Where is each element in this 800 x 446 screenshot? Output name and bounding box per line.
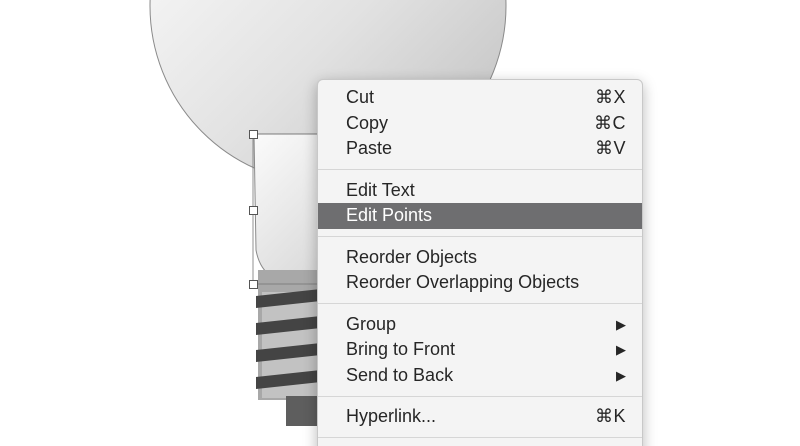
menu-item-label: Bring to Front	[346, 339, 456, 359]
menu-item-paste[interactable]: Paste ⌘V	[318, 136, 642, 162]
menu-item-label: Edit Points	[346, 205, 433, 225]
menu-separator	[318, 169, 642, 170]
menu-item-label: Reorder Objects	[346, 246, 478, 267]
menu-item-label: Group	[346, 313, 397, 334]
menu-item-label: Send to Back	[346, 364, 454, 385]
menu-item-label: Edit Text	[346, 179, 415, 200]
selection-handle-middle-left[interactable]	[249, 206, 258, 215]
menu-item-group[interactable]: Group ▶	[318, 312, 642, 338]
menu-item-label: Cut	[346, 87, 375, 107]
menu-item-cut[interactable]: Cut ⌘X	[318, 85, 642, 111]
menu-separator	[318, 437, 642, 438]
menu-item-shortcut: ⌘K	[594, 406, 626, 426]
menu-item-edit-text[interactable]: Edit Text	[318, 178, 642, 204]
menu-item-label: Copy	[346, 112, 389, 133]
menu-item-reorder-overlapping-objects[interactable]: Reorder Overlapping Objects	[318, 270, 642, 296]
menu-separator	[318, 395, 642, 397]
triangle-right-icon: ▶	[616, 316, 626, 332]
menu-item-copy[interactable]: Copy ⌘C	[318, 111, 642, 137]
menu-item-shortcut: ⌘C	[594, 112, 626, 133]
menu-item-hyperlink[interactable]: Hyperlink... ⌘K	[318, 404, 642, 430]
context-menu[interactable]: Cut ⌘X Copy ⌘C Paste ⌘V Edit Text Edit P…	[317, 79, 643, 446]
selection-handle-bottom-left[interactable]	[249, 280, 258, 289]
menu-item-reorder-objects[interactable]: Reorder Objects	[318, 245, 642, 271]
menu-item-shortcut: ⌘V	[594, 138, 626, 158]
triangle-right-icon: ▶	[616, 367, 626, 383]
menu-separator	[318, 303, 642, 304]
triangle-right-icon: ▶	[616, 342, 626, 357]
menu-item-bring-to-front[interactable]: Bring to Front ▶	[318, 337, 642, 363]
slide-canvas[interactable]: Cut ⌘X Copy ⌘C Paste ⌘V Edit Text Edit P…	[0, 0, 800, 446]
menu-item-label: Paste	[346, 138, 393, 158]
menu-separator	[318, 236, 642, 237]
menu-item-label: Hyperlink...	[346, 406, 437, 426]
menu-item-edit-points[interactable]: Edit Points	[318, 203, 642, 229]
selection-handle-top-left[interactable]	[249, 130, 258, 139]
menu-item-send-to-back[interactable]: Send to Back ▶	[318, 363, 642, 389]
menu-item-label: Reorder Overlapping Objects	[346, 272, 580, 292]
menu-item-shortcut: ⌘X	[594, 87, 626, 107]
